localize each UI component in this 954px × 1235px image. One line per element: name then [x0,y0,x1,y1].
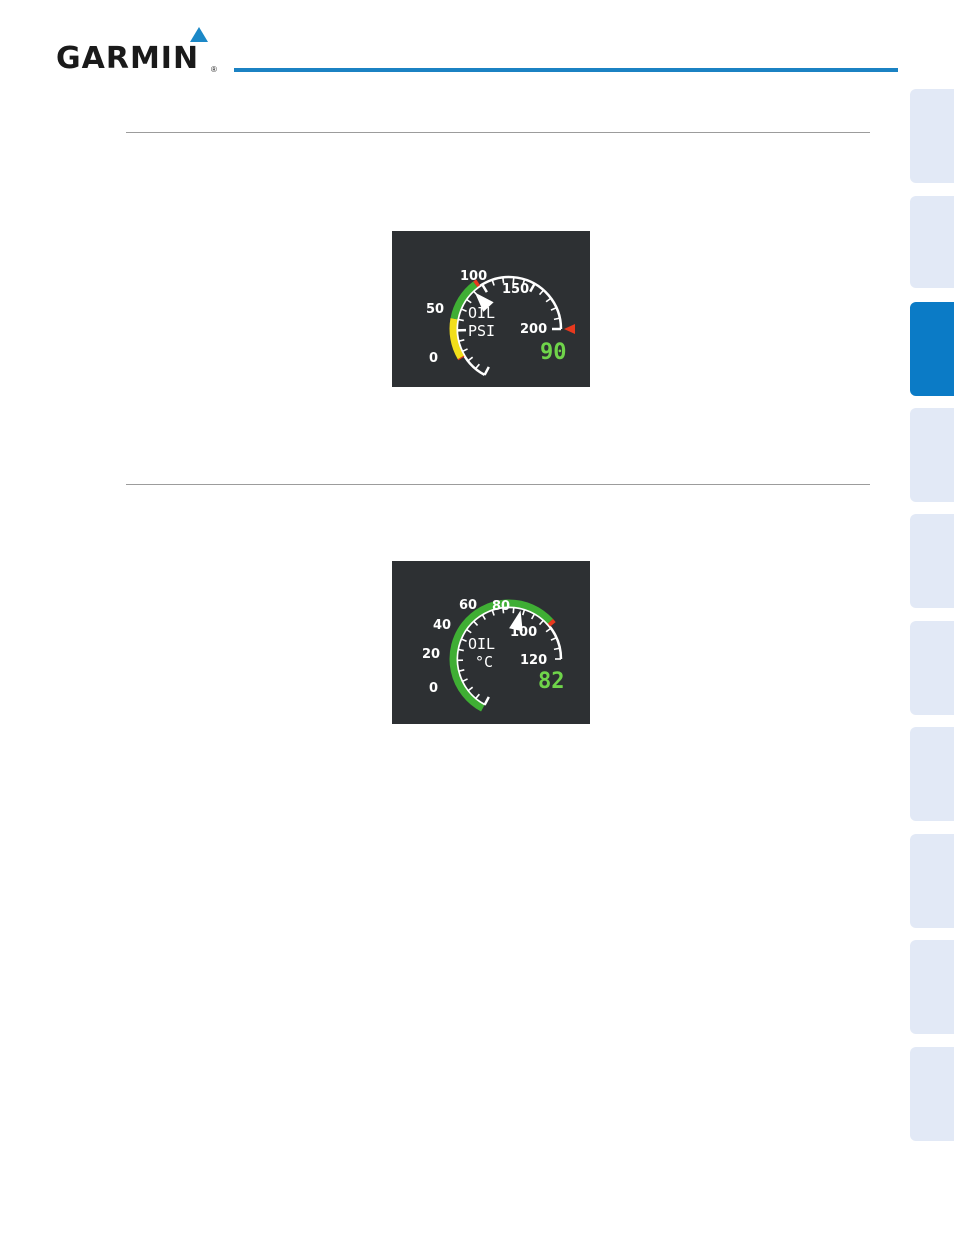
psi-tick-6 [457,318,464,322]
psi-tick-label-200: 200 [520,322,547,337]
temp-tick-8 [465,628,472,634]
psi-tick-15 [529,283,536,293]
psi-tick-2 [467,356,474,362]
side-tab-2[interactable] [910,196,954,288]
psi-tick-label-0: 0 [429,351,438,366]
side-tab-9[interactable] [910,940,954,1034]
logo-text: GARMIN [56,41,200,76]
temp-tick-7 [460,638,467,642]
psi-tick-8 [465,298,472,304]
temp-tick-18 [550,636,557,641]
temp-tick-label-80: 80 [492,599,510,614]
temp-tick-17 [545,627,552,633]
psi-tick-11 [491,279,495,286]
psi-tick-10 [481,283,488,293]
oil-temperature-gauge: 0 20 40 60 80 100 120 OIL °C 82 [392,561,590,724]
psi-tick-17 [545,297,552,303]
side-tab-6[interactable] [910,621,954,715]
temp-tick-label-20: 20 [422,647,440,662]
temp-tick-15 [530,613,536,620]
logo-registered-mark: ® [211,65,217,74]
temp-tick-16 [538,619,545,626]
side-tab-8[interactable] [910,834,954,928]
psi-tick-label-50: 50 [426,302,444,317]
header-rule [234,68,898,72]
psi-digital-readout: 90 [540,340,567,365]
temp-label-line2: °C [475,653,493,671]
temp-tick-0 [483,696,490,706]
psi-redline-marker-icon [564,324,575,334]
temp-tick-6 [457,648,464,652]
temp-tick-label-60: 60 [459,598,477,613]
side-tab-1[interactable] [910,89,954,183]
temp-digital-readout: 82 [538,669,565,694]
psi-tick-3 [461,348,468,353]
temp-tick-1 [474,693,480,700]
section-divider-middle [126,484,870,485]
temp-tick-2 [467,686,474,692]
logo-triangle-icon [190,27,208,42]
side-tab-10[interactable] [910,1047,954,1141]
side-tab-4[interactable] [910,408,954,502]
oil-pressure-gauge: 0 50 100 150 200 OIL PSI 90 [392,231,590,387]
side-tab-3-active[interactable] [910,302,954,396]
psi-band-red-0 [457,355,465,361]
psi-tick-label-150: 150 [502,282,529,297]
psi-tick-7 [460,308,467,312]
side-tab-7[interactable] [910,727,954,821]
temp-label-line1: OIL [468,635,495,653]
psi-tick-16 [538,289,545,296]
temp-tick-label-0: 0 [429,681,438,696]
temp-tick-10 [481,614,486,620]
temp-tick-14 [521,609,526,616]
temp-tick-9 [472,620,479,626]
temp-tick-label-40: 40 [433,618,451,633]
psi-tick-18 [550,306,557,311]
psi-tick-1 [474,363,480,370]
temp-band-red-1 [547,618,556,627]
temp-tick-3 [461,678,468,683]
temp-tick-label-120: 120 [520,653,547,668]
psi-tick-label-100: 100 [460,269,487,284]
section-divider-top [126,132,870,133]
temp-tick-13 [512,607,515,614]
psi-label-line2: PSI [468,322,495,340]
oil-temperature-gauge-svg: 0 20 40 60 80 100 120 OIL °C 82 [422,598,565,712]
psi-tick-0 [483,366,490,376]
side-tab-5[interactable] [910,514,954,608]
temp-pointer-icon [509,610,523,632]
oil-pressure-gauge-svg: 0 50 100 150 200 OIL PSI 90 [426,269,575,377]
